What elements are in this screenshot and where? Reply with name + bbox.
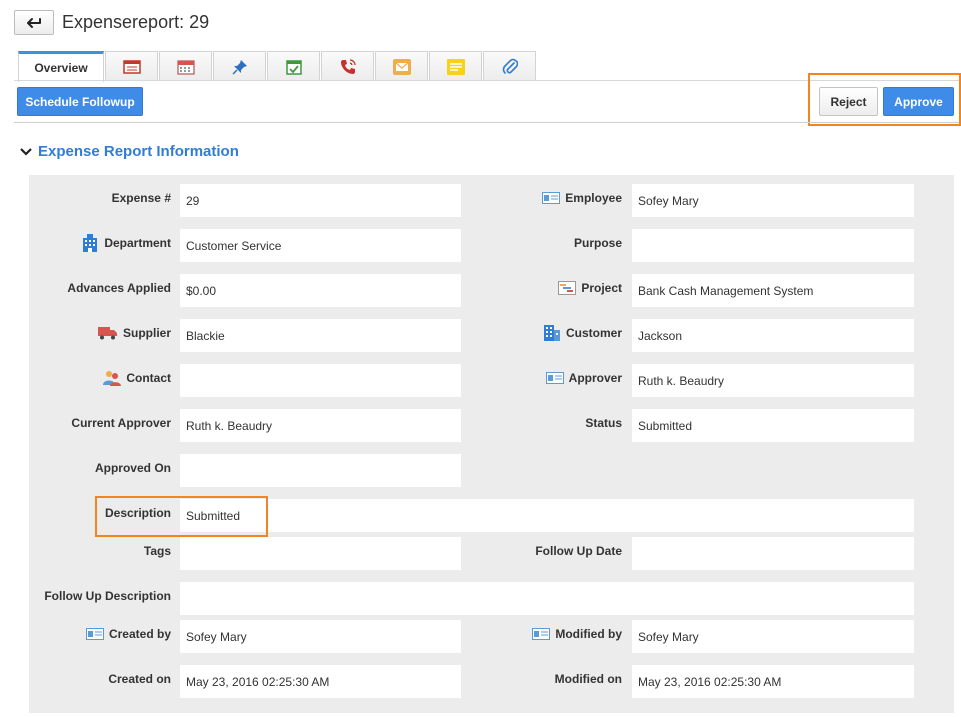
schedule-followup-button[interactable]: Schedule Followup: [17, 87, 143, 116]
label-modified-on: Modified on: [554, 672, 622, 686]
label-project: Project: [558, 280, 622, 296]
chevron-down-icon: [20, 147, 32, 156]
id-card-icon: [532, 628, 551, 640]
section-header[interactable]: Expense Report Information: [20, 143, 239, 160]
contact-icon: [103, 371, 122, 386]
label-employee: Employee: [542, 190, 622, 206]
label-expense-num: Expense #: [111, 191, 171, 205]
label-follow-up-description: Follow Up Description: [44, 589, 171, 603]
supplier-field: Blackie: [180, 319, 461, 352]
label-tags: Tags: [143, 544, 171, 558]
label-follow-up-date: Follow Up Date: [535, 544, 622, 558]
tab-pin[interactable]: [213, 51, 266, 81]
approve-button[interactable]: Approve: [883, 87, 954, 116]
truck-icon: [97, 327, 117, 340]
customer-field: Jackson: [632, 319, 914, 352]
label-created-on: Created on: [108, 672, 171, 686]
toolbar-divider: [14, 122, 959, 123]
label-modified-by: Modified by: [532, 626, 622, 642]
label-department: Department: [81, 234, 171, 252]
created-on-field: May 23, 2016 02:25:30 AM: [180, 665, 461, 698]
tab-notes[interactable]: [429, 51, 482, 81]
label-supplier: Supplier: [97, 325, 171, 341]
label-contact: Contact: [103, 370, 171, 386]
section-title: Expense Report Information: [38, 143, 239, 160]
tab-emails[interactable]: [375, 51, 428, 81]
label-status: Status: [585, 416, 622, 430]
advances-field: $0.00: [180, 274, 461, 307]
employee-field: Sofey Mary: [632, 184, 914, 217]
building-icon: [83, 234, 98, 252]
note-icon: [446, 58, 465, 75]
phone-icon: [340, 58, 356, 74]
modified-on-field: May 23, 2016 02:25:30 AM: [632, 665, 914, 698]
calendar-icon: [176, 59, 195, 75]
follow-up-description-field: [180, 582, 914, 615]
contact-field: [180, 364, 461, 397]
tab-calendar[interactable]: [159, 51, 212, 81]
tab-calls[interactable]: [321, 51, 374, 81]
task-icon: [285, 59, 302, 75]
label-current-approver: Current Approver: [71, 416, 171, 430]
approved-on-field: [180, 454, 461, 487]
back-arrow-icon: [27, 17, 41, 28]
tab-divider: [14, 80, 959, 81]
modified-by-field: Sofey Mary: [632, 620, 914, 653]
tab-tasks[interactable]: [267, 51, 320, 81]
project-field: Bank Cash Management System: [632, 274, 914, 307]
tags-field: [180, 537, 461, 570]
tab-overview[interactable]: Overview: [18, 51, 104, 82]
description-field: Submitted: [180, 499, 914, 532]
status-field: Submitted: [632, 409, 914, 442]
label-customer: Customer: [543, 325, 622, 341]
email-icon: [392, 58, 411, 75]
purpose-field: [632, 229, 914, 262]
id-card-icon: [542, 192, 561, 204]
label-approved-on: Approved On: [94, 461, 171, 475]
report-icon: [122, 59, 141, 74]
tab-attachments[interactable]: [483, 51, 536, 81]
attachment-icon: [502, 58, 518, 74]
label-approver: Approver: [545, 370, 622, 386]
label-purpose: Purpose: [573, 236, 622, 250]
label-advances: Advances Applied: [67, 281, 171, 295]
customer-building-icon: [543, 325, 560, 341]
reject-button[interactable]: Reject: [819, 87, 878, 116]
back-button[interactable]: [14, 10, 54, 35]
label-description: Description: [104, 506, 171, 520]
record-tabs: Overview: [18, 51, 537, 82]
current-approver-field: Ruth k. Beaudry: [180, 409, 461, 442]
id-card-icon: [545, 372, 564, 384]
tab-reports[interactable]: [105, 51, 158, 81]
id-card-icon: [85, 628, 104, 640]
department-field: Customer Service: [180, 229, 461, 262]
pin-icon: [231, 59, 247, 75]
project-icon: [558, 281, 577, 295]
page-title: Expensereport: 29: [62, 12, 210, 32]
follow-up-date-field: [632, 537, 914, 570]
expense-num-field: 29: [180, 184, 461, 217]
label-created-by: Created by: [85, 626, 171, 642]
created-by-field: Sofey Mary: [180, 620, 461, 653]
approver-field: Ruth k. Beaudry: [632, 364, 914, 397]
